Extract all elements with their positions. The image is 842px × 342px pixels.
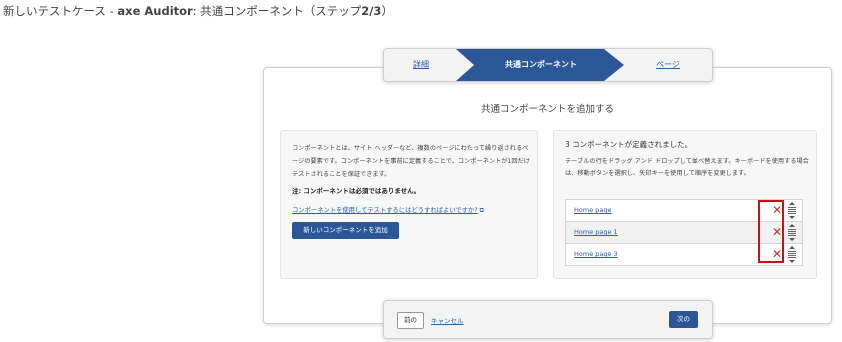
cancel-link[interactable]: キャンセル bbox=[431, 315, 464, 325]
info-panel: コンポーネントとは、サイト ヘッダーなど、複数のページにわたって繰り返されるペー… bbox=[280, 130, 538, 279]
step-pages-link[interactable]: ページ bbox=[656, 60, 680, 69]
optional-note: 注: コンポーネントは必須ではありません。 bbox=[292, 187, 421, 195]
step-common-components: 共通コンポーネント bbox=[505, 60, 577, 69]
title-step: 2/3 bbox=[361, 4, 382, 18]
move-handle-icon[interactable] bbox=[786, 224, 798, 241]
step-pages[interactable]: ページ bbox=[624, 49, 712, 81]
wizard-stepper: 詳細 共通コンポーネント ページ bbox=[383, 48, 713, 82]
reorder-instructions: テーブルの行をドラッグ アンド ドロップして並べ替えます。キーボードを使用する場… bbox=[565, 158, 809, 177]
component-link[interactable]: Home page 3 bbox=[574, 250, 618, 258]
title-app-name: axe Auditor bbox=[117, 4, 193, 18]
component-link[interactable]: Home page 1 bbox=[574, 228, 618, 236]
step-details-link[interactable]: 詳細 bbox=[413, 60, 429, 69]
help-link-text[interactable]: コンポーネントを使用してテストするにはどうすればよいですか? bbox=[292, 207, 478, 214]
wizard-footer: 前の キャンセル 次の bbox=[383, 300, 713, 339]
step-details[interactable]: 詳細 bbox=[384, 49, 458, 81]
component-count: 3 コンポーネントが定義されました。 bbox=[565, 140, 693, 149]
wizard-card: 共通コンポーネントを追加する コンポーネントとは、サイト ヘッダーなど、複数のペ… bbox=[263, 67, 832, 324]
help-link[interactable]: コンポーネントを使用してテストするにはどうすればよいですか? ⧉ bbox=[292, 205, 484, 215]
page-title: 新しいテストケース - axe Auditor: 共通コンポーネント（ステップ2… bbox=[3, 3, 393, 19]
title-suffix: : 共通コンポーネント（ステップ bbox=[192, 4, 362, 18]
next-button[interactable]: 次の bbox=[669, 311, 698, 328]
move-handle-icon[interactable] bbox=[786, 246, 798, 263]
delete-column-highlight bbox=[758, 200, 784, 263]
external-link-icon: ⧉ bbox=[479, 207, 484, 214]
previous-button[interactable]: 前の bbox=[397, 312, 424, 329]
move-handle-icon[interactable] bbox=[786, 202, 798, 219]
section-title: 共通コンポーネントを追加する bbox=[480, 104, 614, 115]
title-prefix: 新しいテストケース - bbox=[3, 4, 118, 18]
component-link[interactable]: Home page bbox=[574, 206, 612, 214]
add-component-button[interactable]: 新しいコンポーネントを追加 bbox=[292, 222, 399, 239]
component-description: コンポーネントとは、サイト ヘッダーなど、複数のページにわたって繰り返されるペー… bbox=[292, 145, 530, 178]
title-close: ） bbox=[381, 4, 393, 18]
